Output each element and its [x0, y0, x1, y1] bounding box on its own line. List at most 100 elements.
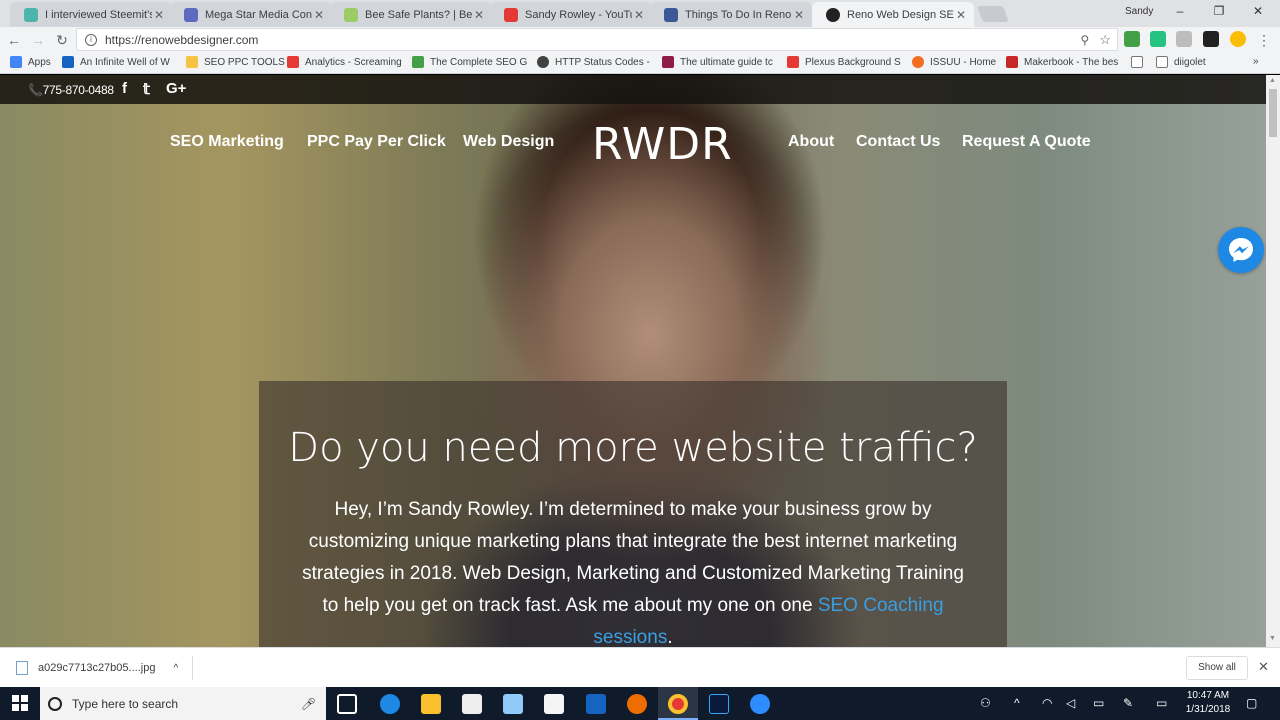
tab-4[interactable]: Sandy Rowley - YouTube ✕: [490, 2, 652, 27]
reload-icon[interactable]: ↻: [52, 30, 72, 50]
nav-request-quote[interactable]: Request A Quote: [962, 133, 1091, 151]
notification-icon[interactable]: ▢: [1246, 696, 1257, 710]
close-icon[interactable]: ✕: [954, 8, 968, 22]
mail-icon[interactable]: [462, 694, 482, 714]
zoom-app-icon[interactable]: [750, 694, 770, 714]
bookmark-label: The Complete SEO G: [430, 56, 528, 68]
close-icon[interactable]: ✕: [632, 8, 646, 22]
more-bookmarks-icon[interactable]: »: [1253, 56, 1259, 67]
bookmark-item[interactable]: Analytics - Screaming: [287, 56, 402, 68]
chevron-up-icon[interactable]: ^: [173, 663, 178, 674]
steemit-icon: [24, 7, 38, 22]
bookmark-item[interactable]: The Complete SEO G: [412, 56, 527, 68]
battery-icon[interactable]: ▭: [1093, 696, 1104, 710]
tab-3[interactable]: Bee Safe Plants? | BeeHa ✕: [330, 2, 492, 27]
scroll-up-icon[interactable]: ▲: [1269, 77, 1276, 84]
minimize-icon[interactable]: –: [1170, 4, 1190, 18]
search-placeholder: Type here to search: [72, 696, 179, 711]
messenger-icon[interactable]: [1218, 227, 1264, 273]
bookmark-icon: [62, 56, 74, 68]
task-view-icon[interactable]: [337, 694, 357, 714]
app-icon[interactable]: [503, 694, 523, 714]
nav-web-design[interactable]: Web Design: [463, 133, 554, 151]
profile-name[interactable]: Sandy: [1125, 6, 1153, 17]
hero-box: Do you need more website traffic? Hey, I…: [259, 381, 1007, 647]
volume-icon[interactable]: ◁: [1066, 696, 1075, 710]
bookmark-item[interactable]: ISSUU - Home: [912, 56, 996, 68]
new-tab-button[interactable]: [977, 6, 1009, 22]
zoom-icon[interactable]: ⚲: [1081, 33, 1090, 47]
bookmark-item[interactable]: The ultimate guide tc: [662, 56, 773, 68]
store-icon[interactable]: [544, 694, 564, 714]
bookmark-item[interactable]: HTTP Status Codes -: [537, 56, 650, 68]
taskbar-search[interactable]: Type here to search 🎤︎: [40, 687, 326, 720]
edge-icon[interactable]: [380, 694, 400, 714]
close-icon[interactable]: ✕: [472, 8, 486, 22]
close-icon[interactable]: ✕: [1258, 659, 1269, 675]
scroll-thumb[interactable]: [1269, 89, 1277, 137]
downloads-shelf: a029c7713c27b05....jpg ^ Show all ✕: [0, 647, 1280, 687]
file-explorer-icon[interactable]: [421, 694, 441, 714]
system-clock[interactable]: 10:47 AM 1/31/2018: [1180, 689, 1236, 717]
keyboard-icon[interactable]: ▭: [1156, 696, 1167, 710]
windows-start-icon[interactable]: [12, 695, 28, 711]
url-text[interactable]: https://renowebdesigner.com: [105, 33, 1081, 47]
back-arrow-icon[interactable]: ←: [4, 30, 24, 50]
chevron-up-icon[interactable]: ^: [1014, 696, 1020, 710]
bookmark-item[interactable]: Plexus Background S: [787, 56, 901, 68]
info-icon[interactable]: i: [85, 33, 97, 46]
grammarly-icon[interactable]: [1150, 31, 1166, 47]
chrome-icon[interactable]: [668, 694, 688, 714]
tab-2[interactable]: Mega Star Media Contra ✕: [170, 2, 332, 27]
nav-ppc[interactable]: PPC Pay Per Click: [307, 133, 446, 151]
youtube-icon: [504, 7, 518, 22]
firefox-icon[interactable]: [627, 694, 647, 714]
microphone-icon[interactable]: 🎤︎: [301, 697, 316, 711]
close-icon[interactable]: ✕: [792, 8, 806, 22]
youtube-icon: [287, 56, 299, 68]
bookmark-item[interactable]: [1131, 56, 1149, 68]
tab-6-active[interactable]: Reno Web Design SEO ✕: [812, 2, 974, 27]
photoshop-icon[interactable]: [709, 694, 729, 714]
tab-title: Mega Star Media Contra: [205, 8, 312, 21]
nav-seo-marketing[interactable]: SEO Marketing: [170, 133, 284, 151]
bookmark-item[interactable]: SEO PPC TOOLS: [186, 56, 285, 68]
bookmark-item[interactable]: An Infinite Well of W: [62, 56, 170, 68]
nav-contact-us[interactable]: Contact Us: [856, 133, 940, 151]
tab-5[interactable]: Things To Do In Reno ✕: [650, 2, 812, 27]
phone-number[interactable]: 📞775-870-0488: [28, 83, 114, 97]
menu-icon[interactable]: ⋮: [1254, 30, 1274, 50]
wifi-icon[interactable]: ◠: [1042, 696, 1052, 710]
address-bar[interactable]: i https://renowebdesigner.com ⚲ ☆: [76, 28, 1118, 51]
extension-icon[interactable]: [1203, 31, 1219, 47]
site-logo[interactable]: RWDR: [592, 119, 733, 170]
download-item[interactable]: a029c7713c27b05....jpg ^: [16, 656, 192, 680]
google-plus-icon[interactable]: G+: [166, 80, 186, 97]
chrome-extension-icon[interactable]: [1230, 31, 1246, 47]
rwdr-icon: [826, 7, 840, 22]
twitter-icon[interactable]: 𝕥: [143, 80, 150, 98]
close-window-icon[interactable]: ✕: [1248, 4, 1268, 18]
phone-text: 775-870-0488: [42, 83, 114, 97]
outlook-icon[interactable]: [586, 694, 606, 714]
bookmark-apps[interactable]: Apps: [10, 56, 51, 68]
site-top-bar: 📞775-870-0488 f 𝕥 G+: [0, 75, 1266, 104]
bookmark-item[interactable]: Makerbook - The bes: [1006, 56, 1118, 68]
nav-about[interactable]: About: [788, 133, 834, 151]
close-icon[interactable]: ✕: [152, 8, 166, 22]
facebook-icon[interactable]: f: [122, 80, 127, 97]
restore-icon[interactable]: ❐: [1209, 4, 1229, 18]
pen-icon[interactable]: ✎: [1123, 696, 1133, 710]
tab-1[interactable]: I interviewed Steemit's A ✕: [10, 2, 172, 27]
show-all-button[interactable]: Show all: [1186, 656, 1248, 680]
close-icon[interactable]: ✕: [312, 8, 326, 22]
hero-text: Hey, I’m Sandy Rowley. I’m determined to…: [295, 494, 971, 647]
scroll-down-icon[interactable]: ▼: [1269, 635, 1276, 642]
bookmark-item[interactable]: diigolet: [1156, 56, 1206, 68]
extension-icon[interactable]: [1124, 31, 1140, 47]
extension-icon[interactable]: [1176, 31, 1192, 47]
page-scrollbar[interactable]: ▲ ▼: [1266, 75, 1280, 647]
star-icon[interactable]: ☆: [1099, 32, 1111, 48]
forward-arrow-icon[interactable]: →: [28, 30, 48, 50]
people-icon[interactable]: ⚇: [980, 696, 991, 710]
